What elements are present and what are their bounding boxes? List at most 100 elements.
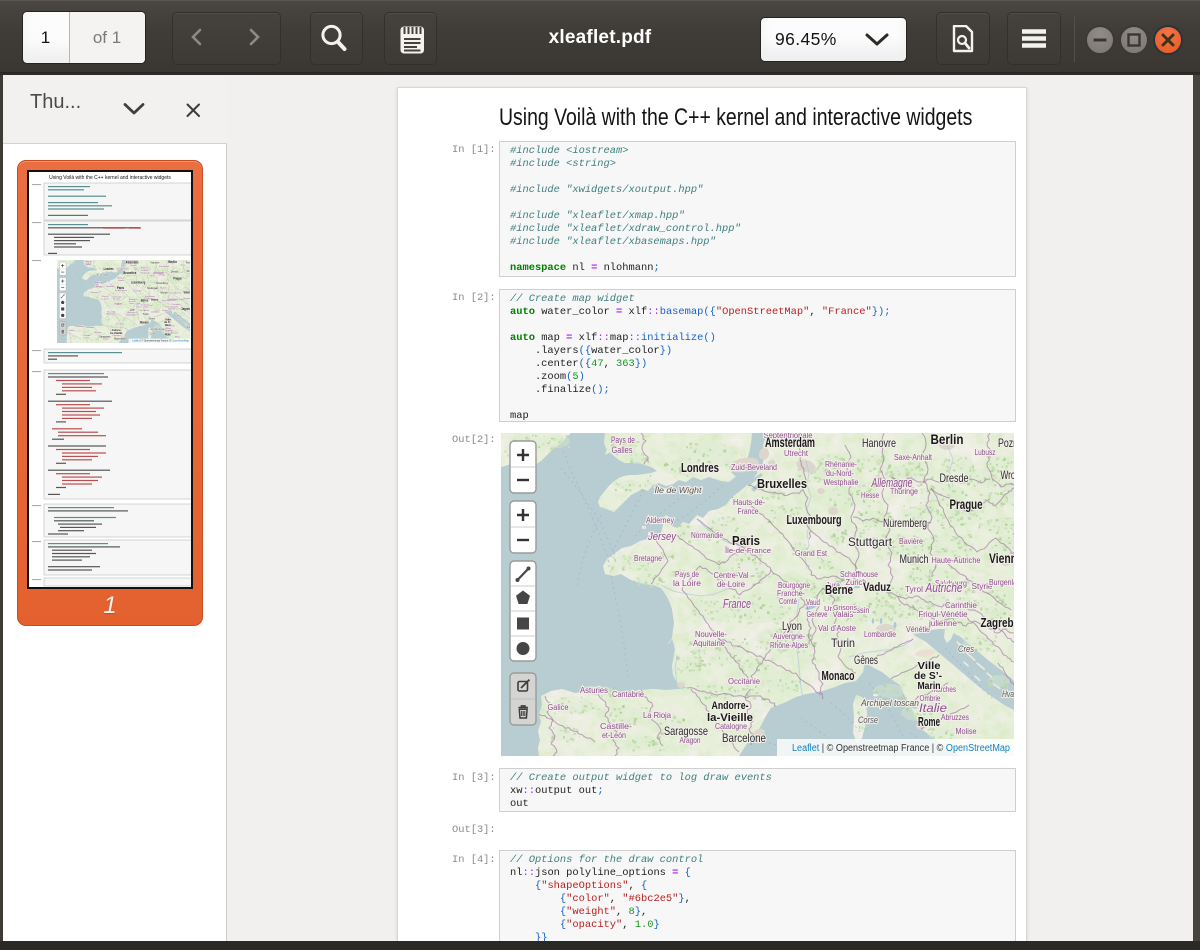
svg-text:Bretagne: Bretagne	[634, 553, 662, 563]
svg-text:Vaud: Vaud	[136, 303, 140, 305]
svg-text:Île de Wight: Île de Wight	[97, 273, 110, 276]
svg-text:de Loire: de Loire	[113, 298, 121, 301]
svg-text:Alderney: Alderney	[646, 516, 674, 525]
svg-text:Zagreb: Zagreb	[981, 615, 1014, 630]
svg-text:La Rioja: La Rioja	[643, 710, 671, 720]
svg-text:Monaco: Monaco	[140, 320, 149, 324]
svg-text:Bavière: Bavière	[160, 287, 167, 290]
svg-text:Using Voilà with the C++ kerne: Using Voilà with the C++ kernel and inte…	[49, 175, 171, 181]
svg-text:Munich: Munich	[160, 290, 168, 294]
svg-text:Luxembourg: Luxembourg	[131, 280, 145, 284]
svg-text:Westphalie: Westphalie	[824, 477, 859, 487]
svg-text:Lombardie: Lombardie	[151, 310, 160, 313]
svg-text:Bruxelles: Bruxelles	[757, 476, 807, 491]
svg-text:Cres: Cres	[176, 315, 181, 317]
svg-text:Burgenla: Burgenla	[184, 297, 190, 300]
svg-text:la-Vieille: la-Vieille	[110, 331, 122, 335]
svg-text:Autriche: Autriche	[166, 298, 177, 302]
svg-text:Berne: Berne	[825, 583, 853, 597]
svg-text:Bruxelles: Bruxelles	[123, 271, 136, 275]
svg-text:Zuid-Beveland: Zuid-Beveland	[731, 462, 777, 472]
svg-text:Saragosse: Saragosse	[99, 335, 111, 339]
svg-text:Amsterdam: Amsterdam	[765, 435, 815, 450]
svg-text:Haute-Autriche: Haute-Autriche	[932, 555, 981, 565]
svg-text:Pays de: Pays de	[611, 435, 635, 445]
svg-text:Vaduz: Vaduz	[151, 298, 159, 302]
svg-text:Zagreb: Zagreb	[181, 307, 190, 311]
svg-text:Lombardie: Lombardie	[864, 629, 896, 639]
svg-text:Normandie: Normandie	[691, 530, 723, 540]
svg-text:Italie: Italie	[919, 701, 947, 715]
svg-text:Jersey: Jersey	[95, 285, 103, 289]
svg-text:Galice: Galice	[69, 330, 75, 332]
svg-text:Cantabrie: Cantabrie	[86, 326, 95, 329]
svg-text:Londres: Londres	[104, 267, 114, 271]
svg-text:Molise: Molise	[956, 726, 977, 736]
svg-text:Hesse: Hesse	[150, 276, 155, 278]
svg-text:Rhône-Alpes: Rhône-Alpes	[127, 313, 138, 316]
svg-text:Rome: Rome	[918, 714, 940, 729]
svg-text:Marin: Marin	[165, 323, 171, 327]
svg-text:Gênes: Gênes	[149, 316, 156, 320]
svg-text:France: France	[115, 302, 122, 306]
svg-text:la-Vieille: la-Vieille	[707, 712, 753, 724]
svg-text:julienne: julienne	[167, 309, 176, 311]
svg-text:Allemagne: Allemagne	[871, 475, 913, 490]
svg-text:Archipel toscan: Archipel toscan	[149, 328, 166, 331]
svg-text:Saxe-Anhalt: Saxe-Anhalt	[159, 265, 169, 268]
svg-text:Aquitaine: Aquitaine	[107, 313, 116, 316]
svg-text:Grand Est: Grand Est	[133, 290, 142, 293]
svg-text:France: France	[118, 279, 124, 282]
svg-text:Rhône-Alpes: Rhône-Alpes	[770, 640, 808, 650]
svg-text:Autriche: Autriche	[925, 581, 963, 595]
svg-text:Barcelone: Barcelone	[114, 336, 126, 340]
svg-text:Nuremberg: Nuremberg	[156, 281, 168, 285]
svg-text:Comté: Comté	[779, 596, 797, 606]
svg-text:Galice: Galice	[548, 702, 569, 712]
svg-text:Wro: Wro	[187, 269, 190, 273]
svg-text:Berlin: Berlin	[931, 433, 964, 447]
svg-text:Paris: Paris	[117, 286, 124, 290]
svg-text:Andorre-: Andorre-	[712, 700, 749, 712]
svg-text:Turin: Turin	[831, 636, 855, 650]
svg-text:Bavière: Bavière	[899, 536, 923, 546]
svg-text:Hesse: Hesse	[861, 490, 879, 500]
svg-text:Asturies: Asturies	[77, 325, 85, 328]
svg-text:Comté: Comté	[129, 302, 134, 305]
svg-text:Gênes: Gênes	[854, 653, 878, 667]
svg-text:Westphalie: Westphalie	[141, 271, 151, 274]
svg-text:Grand Est: Grand Est	[795, 548, 828, 558]
svg-text:Hva: Hva	[1002, 689, 1014, 699]
svg-text:Saragosse: Saragosse	[664, 724, 708, 738]
svg-text:Burgenla: Burgenla	[989, 577, 1014, 587]
svg-text:France: France	[738, 506, 759, 516]
svg-text:Lubusz: Lubusz	[180, 265, 185, 267]
svg-text:France: France	[723, 597, 751, 611]
svg-text:Grisons: Grisons	[143, 303, 149, 306]
svg-text:Galles: Galles	[86, 264, 92, 266]
svg-text:Amsterdam: Amsterdam	[125, 261, 138, 265]
svg-text:Prague: Prague	[950, 497, 983, 512]
svg-text:Paris: Paris	[732, 534, 760, 548]
svg-text:Londres: Londres	[681, 460, 719, 475]
svg-text:Normandie: Normandie	[106, 285, 115, 288]
svg-text:Île de Wight: Île de Wight	[655, 485, 703, 495]
svg-text:Berlin: Berlin	[168, 260, 177, 264]
svg-text:Vénétie: Vénétie	[906, 624, 930, 634]
svg-text:Cantabrie: Cantabrie	[612, 689, 644, 699]
svg-text:Carinthie: Carinthie	[172, 303, 181, 306]
svg-text:Marin: Marin	[918, 680, 941, 692]
svg-text:Vaduz: Vaduz	[863, 582, 891, 594]
svg-text:et-León: et-León	[83, 336, 90, 339]
svg-text:Lyon: Lyon	[130, 308, 135, 312]
svg-text:Stuttgart: Stuttgart	[848, 535, 893, 549]
svg-text:Monaco: Monaco	[822, 668, 855, 683]
svg-text:Archipel toscan: Archipel toscan	[860, 698, 919, 708]
svg-text:Hva: Hva	[187, 327, 190, 329]
svg-text:Saxe-Anhalt: Saxe-Anhalt	[894, 452, 933, 462]
svg-text:Grisons: Grisons	[833, 603, 857, 612]
svg-text:de Loire: de Loire	[717, 579, 745, 589]
svg-text:Lyon: Lyon	[782, 619, 802, 633]
svg-text:Pozn: Pozn	[186, 261, 190, 265]
svg-text:la Loire: la Loire	[102, 297, 110, 300]
